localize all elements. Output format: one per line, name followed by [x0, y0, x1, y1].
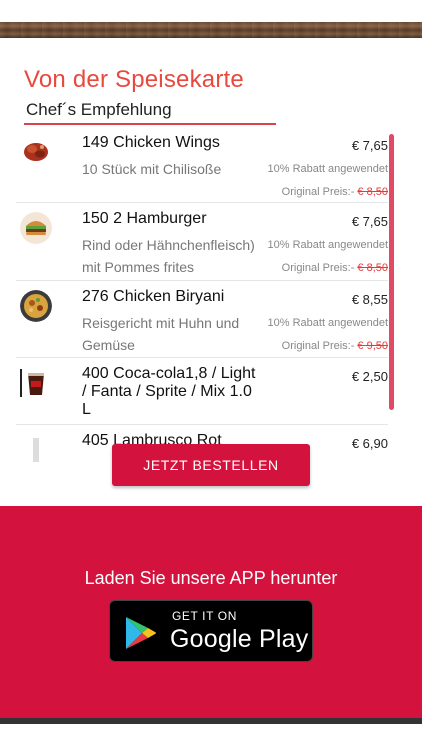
item-description: 10 Stück mit Chilisoße: [82, 161, 222, 177]
google-play-badge[interactable]: GET IT ON Google Play: [109, 600, 313, 662]
list-item[interactable]: 276 Chicken Biryani Reisgericht mit Huhn…: [16, 282, 388, 358]
list-scrollbar[interactable]: [389, 134, 394, 410]
list-item[interactable]: 150 2 Hamburger Rind oder Hähnchenfleisc…: [16, 204, 388, 281]
item-name: 149 Chicken Wings: [82, 134, 220, 151]
item-price: € 8,55: [351, 292, 388, 307]
biryani-icon: [20, 290, 52, 322]
item-description: Rind oder Hähnchenfleisch) mit Pommes fr…: [82, 237, 255, 275]
item-description: Reisgericht mit Huhn und Gemüse: [82, 315, 240, 353]
item-price: € 6,90: [351, 436, 388, 451]
discount-note: 10% Rabatt angewendet: [267, 163, 388, 175]
item-price: € 2,50: [351, 369, 388, 384]
item-price: € 7,65: [351, 138, 388, 153]
badge-google-play: Google Play: [170, 625, 309, 653]
list-item[interactable]: 149 Chicken Wings 10 Stück mit Chilisoße…: [16, 128, 388, 203]
menu-card: Von der Speisekarte Chef´s Empfehlung 14…: [16, 56, 406, 506]
download-app-text: Laden Sie unsere APP herunter: [84, 568, 338, 588]
item-name: 276 Chicken Biryani: [82, 288, 225, 305]
section-title: Von der Speisekarte: [24, 66, 244, 93]
section-subtitle: Chef´s Empfehlung: [26, 100, 172, 119]
list-item[interactable]: 400 Coca-cola1,8 / Light / Fanta / Sprit…: [16, 359, 388, 425]
item-name: 400 Coca-cola1,8 / Light / Fanta / Sprit…: [82, 365, 256, 418]
app-download-footer: Laden Sie unsere APP herunter GET IT ON …: [0, 506, 422, 718]
cola-glass-icon: [20, 367, 52, 399]
original-price: Original Preis:- € 9,50: [282, 340, 388, 352]
wine-bottle-icon: [20, 434, 52, 466]
hamburger-icon: [20, 212, 52, 244]
original-price-label: Original Preis:-: [281, 262, 355, 274]
original-price: Original Preis:- € 8,50: [282, 186, 388, 198]
original-price-value: € 8,50: [357, 262, 388, 274]
header-wood-banner: [0, 0, 422, 40]
title-underline: [24, 123, 276, 125]
discount-note: 10% Rabatt angewendet: [267, 239, 388, 251]
item-name: 150 2 Hamburger: [82, 210, 207, 227]
original-price-value: € 9,50: [357, 340, 388, 352]
google-play-icon: [126, 617, 156, 649]
menu-list[interactable]: 149 Chicken Wings 10 Stück mit Chilisoße…: [16, 128, 388, 498]
item-price: € 7,65: [351, 214, 388, 229]
original-price-label: Original Preis:-: [281, 186, 355, 198]
badge-get-it-on: GET IT ON: [172, 609, 237, 623]
original-price-label: Original Preis:-: [281, 340, 355, 352]
original-price: Original Preis:- € 8,50: [282, 262, 388, 274]
chicken-wings-icon: [20, 136, 52, 168]
discount-note: 10% Rabatt angewendet: [267, 317, 388, 329]
bottom-divider: [0, 718, 422, 724]
order-now-button[interactable]: JETZT BESTELLEN: [112, 444, 310, 486]
original-price-value: € 8,50: [357, 186, 388, 198]
